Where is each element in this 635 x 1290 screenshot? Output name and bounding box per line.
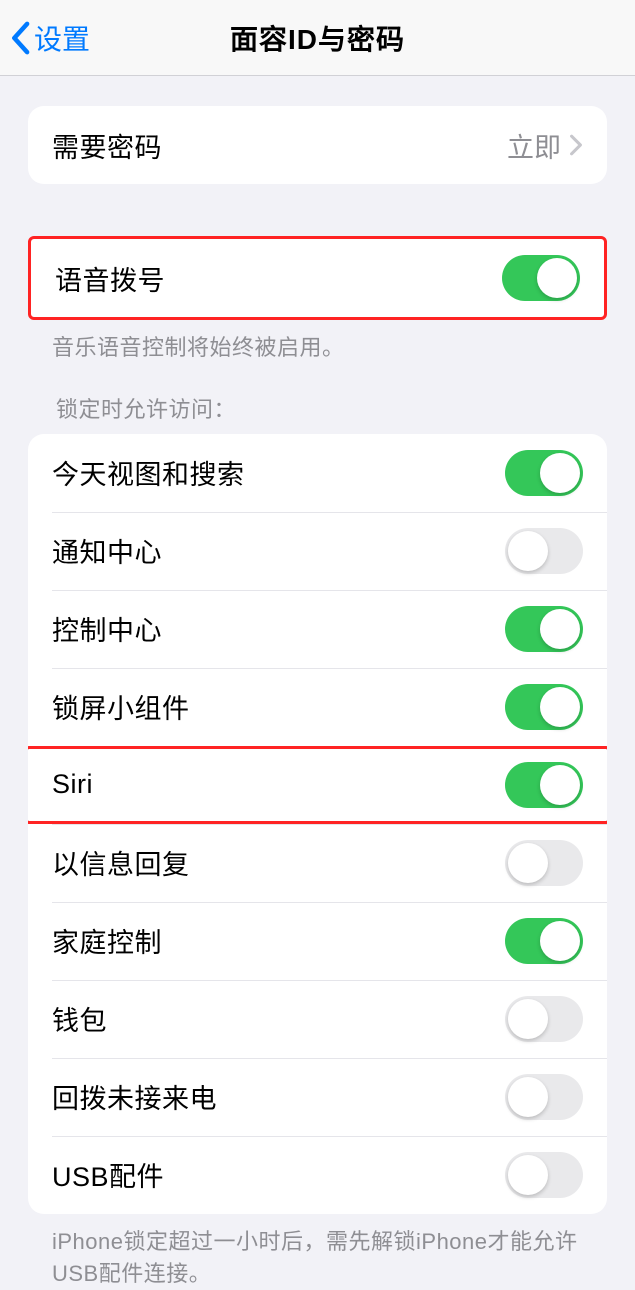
row-label: 家庭控制 — [52, 921, 162, 960]
back-button[interactable]: 设置 — [0, 18, 90, 58]
row-require-passcode[interactable]: 需要密码 立即 — [28, 106, 607, 184]
toggle-usb-accessories[interactable] — [505, 1152, 583, 1198]
navigation-bar: 设置 面容ID与密码 — [0, 0, 635, 76]
row-notification-center: 通知中心 — [28, 512, 607, 590]
row-label: 需要密码 — [52, 126, 162, 165]
toggle-control-center[interactable] — [505, 606, 583, 652]
section-require-passcode: 需要密码 立即 — [28, 106, 607, 184]
toggle-return-missed-calls[interactable] — [505, 1074, 583, 1120]
page-title: 面容ID与密码 — [230, 18, 405, 58]
header-lock-access: 锁定时允许访问： — [0, 364, 635, 434]
row-label: USB配件 — [52, 1155, 164, 1194]
row-today-view: 今天视图和搜索 — [28, 434, 607, 512]
row-label: 通知中心 — [52, 531, 162, 570]
row-return-missed-calls: 回拨未接来电 — [28, 1058, 607, 1136]
toggle-lockscreen-widgets[interactable] — [505, 684, 583, 730]
row-label: 语音拨号 — [55, 259, 165, 298]
toggle-reply-with-message[interactable] — [505, 840, 583, 886]
row-wallet: 钱包 — [28, 980, 607, 1058]
row-label: 今天视图和搜索 — [52, 453, 245, 492]
toggle-home-control[interactable] — [505, 918, 583, 964]
row-home-control: 家庭控制 — [28, 902, 607, 980]
row-lockscreen-widgets: 锁屏小组件 — [28, 668, 607, 746]
row-value: 立即 — [507, 126, 583, 165]
toggle-wallet[interactable] — [505, 996, 583, 1042]
back-label: 设置 — [34, 18, 90, 58]
row-control-center: 控制中心 — [28, 590, 607, 668]
chevron-right-icon — [569, 134, 583, 156]
section-voice-dial: 语音拨号 — [28, 236, 607, 320]
toggle-notification-center[interactable] — [505, 528, 583, 574]
row-label: Siri — [52, 769, 93, 800]
section-lock-access: 今天视图和搜索 通知中心 控制中心 锁屏小组件 Siri 以信息回复 家庭控制 — [28, 434, 607, 1214]
footer-lock-access: iPhone锁定超过一小时后，需先解锁iPhone才能允许USB配件连接。 — [0, 1214, 635, 1290]
row-reply-with-message: 以信息回复 — [28, 824, 607, 902]
row-label: 钱包 — [52, 999, 107, 1038]
chevron-left-icon — [10, 21, 30, 55]
value-text: 立即 — [507, 126, 561, 165]
row-label: 锁屏小组件 — [52, 687, 190, 726]
row-label: 以信息回复 — [52, 843, 190, 882]
toggle-voice-dial[interactable] — [502, 255, 580, 301]
footer-voice-dial: 音乐语音控制将始终被启用。 — [0, 320, 635, 364]
row-usb-accessories: USB配件 — [28, 1136, 607, 1214]
row-label: 控制中心 — [52, 609, 162, 648]
toggle-siri[interactable] — [505, 762, 583, 808]
row-label: 回拨未接来电 — [52, 1077, 217, 1116]
row-siri: Siri — [28, 746, 607, 824]
row-voice-dial: 语音拨号 — [31, 239, 604, 317]
toggle-today-view[interactable] — [505, 450, 583, 496]
